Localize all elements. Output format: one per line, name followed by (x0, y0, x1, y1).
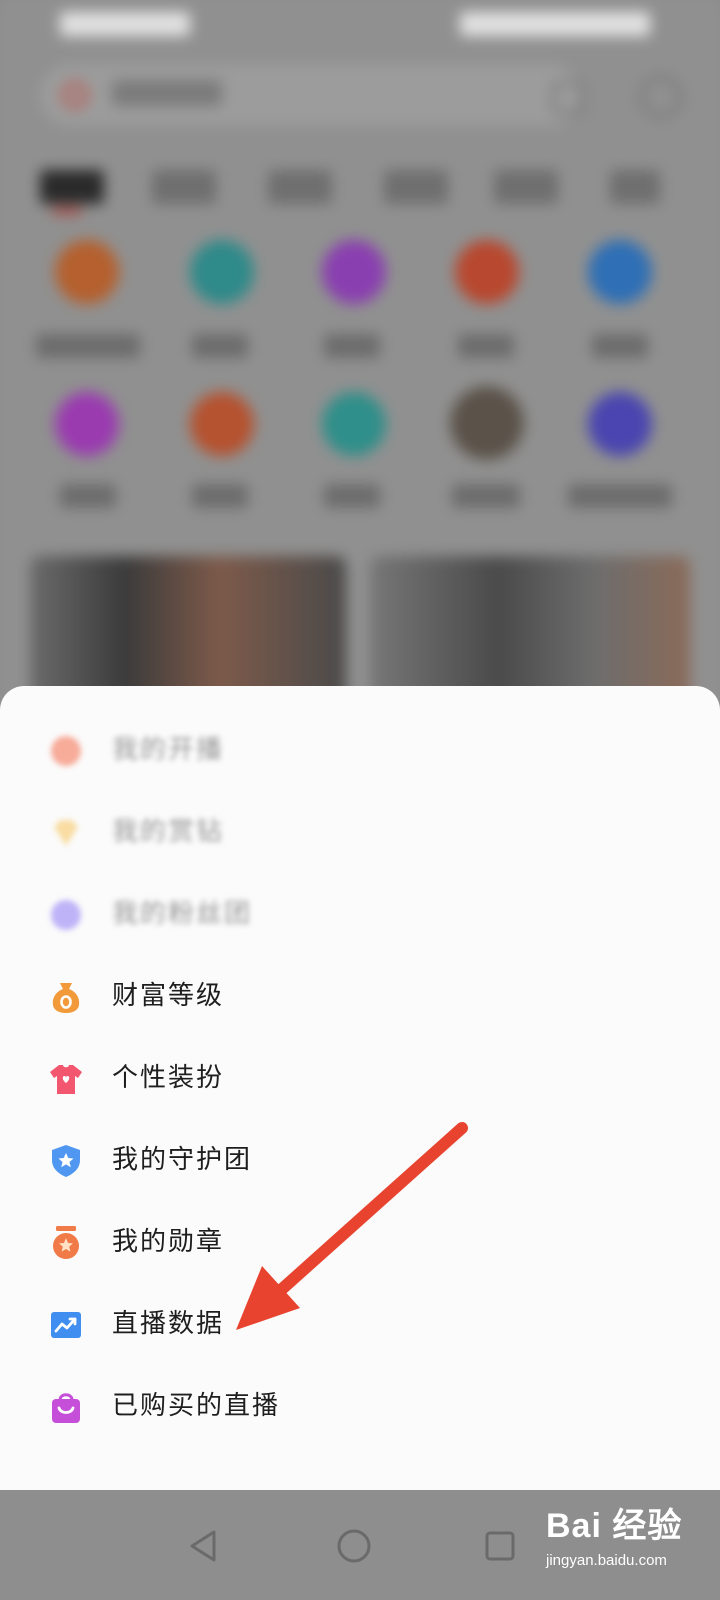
home-circle-icon[interactable] (334, 1526, 374, 1566)
category-icon (588, 392, 652, 456)
tab-6 (610, 170, 660, 204)
category-icon (588, 240, 652, 304)
category-label (452, 484, 520, 508)
profile-icon (640, 76, 682, 118)
tab-1 (40, 170, 104, 204)
tab-5 (494, 170, 558, 204)
category-label (324, 484, 380, 508)
broadcast-icon (51, 736, 81, 766)
menu-item-label: 我的赏钻 (112, 817, 225, 847)
menu-item-wealth-level[interactable]: 财富等级 (0, 956, 720, 1038)
menu-item-purchased-live[interactable]: 已购买的直播 (0, 1366, 720, 1448)
menu-item-guardian-group[interactable]: 我的守护团 (0, 1120, 720, 1202)
tab-2 (152, 170, 216, 204)
category-icon (190, 392, 254, 456)
tab-3 (268, 170, 332, 204)
shopping-bag-icon (52, 1393, 80, 1423)
category-avatar (450, 386, 524, 460)
menu-item-label: 财富等级 (112, 981, 225, 1011)
menu-item-live-data[interactable]: 直播数据 (0, 1284, 720, 1366)
menu-item-label: 我的勋章 (112, 1227, 225, 1257)
watermark-url: jingyan.baidu.com (546, 1552, 667, 1569)
category-icon (322, 240, 386, 304)
menu-item-my-broadcast[interactable]: 我的开播 (0, 710, 720, 792)
live-banner-right (370, 556, 690, 706)
category-label (592, 334, 648, 358)
category-label (192, 334, 248, 358)
chart-trend-icon (51, 1312, 81, 1338)
status-left (60, 12, 190, 36)
scan-icon (552, 82, 584, 114)
diamond-icon (54, 820, 78, 846)
menu-item-label: 我的粉丝团 (112, 899, 253, 929)
category-icon (55, 240, 119, 304)
category-label (568, 484, 672, 508)
menu-item-label: 我的开播 (112, 735, 225, 765)
menu-item-my-medals[interactable]: 我的勋章 (0, 1202, 720, 1284)
category-label (324, 334, 380, 358)
search-box (40, 64, 580, 126)
category-icon (55, 392, 119, 456)
menu-item-fan-club[interactable]: 我的粉丝团 (0, 874, 720, 956)
live-banner-left (30, 556, 346, 706)
menu-item-label: 已购买的直播 (112, 1391, 281, 1421)
money-bag-icon (52, 983, 80, 1013)
category-tabs (0, 160, 720, 220)
back-triangle-icon[interactable] (184, 1526, 224, 1566)
status-right (460, 12, 650, 36)
menu-item-label: 个性装扮 (112, 1063, 225, 1093)
search-icon (62, 82, 88, 108)
search-placeholder (112, 80, 222, 106)
menu-item-label: 我的守护团 (112, 1145, 253, 1175)
shield-star-icon (52, 1145, 80, 1177)
baidu-jingyan-watermark: Bai 经验 jingyan.baidu.com (540, 1492, 710, 1592)
category-label (458, 334, 514, 358)
menu-item-my-diamonds[interactable]: 我的赏钻 (0, 792, 720, 874)
category-icon (322, 392, 386, 456)
medal-icon (53, 1226, 79, 1259)
tshirt-icon (50, 1065, 82, 1094)
watermark-brand: Bai 经验 (546, 1507, 683, 1545)
background-app (0, 0, 720, 760)
category-label (60, 484, 116, 508)
bottom-sheet-menu: 我的开播 我的赏钻 我的粉丝团 财富等级 个性装扮 我的守护团 我的勋章 直播数… (0, 686, 720, 1490)
category-icon (455, 240, 519, 304)
status-bar (0, 0, 720, 50)
fan-club-icon (51, 900, 81, 930)
tab-underline (52, 208, 82, 214)
category-label (192, 484, 248, 508)
category-label (36, 334, 140, 358)
menu-item-label: 直播数据 (112, 1309, 225, 1339)
category-icon (190, 240, 254, 304)
recent-square-icon[interactable] (480, 1526, 520, 1566)
tab-4 (384, 170, 448, 204)
menu-item-personal-dress[interactable]: 个性装扮 (0, 1038, 720, 1120)
